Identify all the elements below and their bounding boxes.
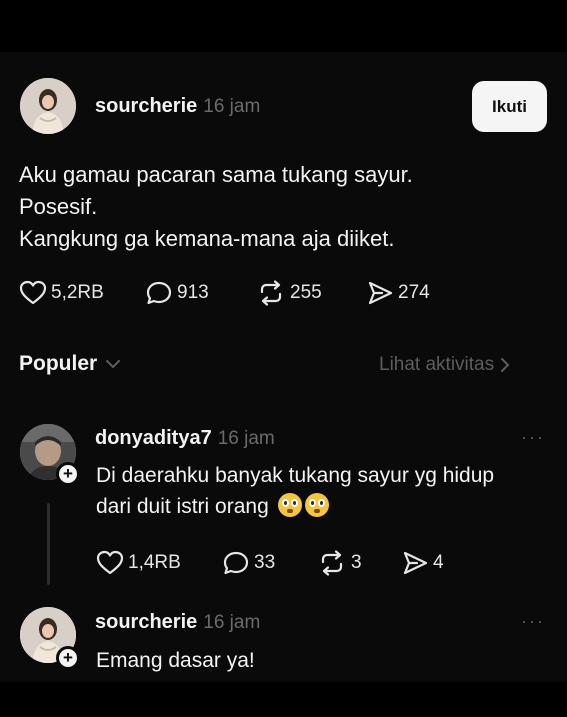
plus-icon: + [63,464,73,483]
like-count: 5,2RB [51,282,104,303]
plus-icon: + [63,648,73,667]
post-author[interactable]: sourcherie 16 jam [95,95,260,118]
avatar[interactable] [20,78,76,134]
post-body: Aku gamau pacaran sama tukang sayur. Pos… [19,159,413,255]
repost-icon [260,280,282,306]
like-count: 1,4RB [128,552,181,573]
reply-line: Emang dasar ya! [96,649,255,672]
post-line: Aku gamau pacaran sama tukang sayur. [19,162,413,187]
like-button[interactable]: 1,4RB [96,550,181,576]
post-line: Kangkung ga kemana-mana aja diiket. [19,226,395,251]
sort-label: Populer [19,352,98,375]
repost-button[interactable]: 255 [256,280,322,306]
reply-username[interactable]: sourcherie [95,611,197,633]
reply-count: 913 [177,282,209,303]
reply-body: Di daerahku banyak tukang sayur yg hidup… [96,460,494,522]
follow-button[interactable]: Ikuti [472,81,547,132]
post-username[interactable]: sourcherie [95,95,197,117]
thread-connector-line [47,503,50,585]
reply-time: 16 jam [217,428,275,449]
share-icon [403,551,428,575]
reply-time: 16 jam [203,612,261,633]
reply-button[interactable]: 913 [145,280,209,306]
reply-body: Emang dasar ya! [96,645,255,676]
screenshot-bottom-border [0,682,567,717]
reply-author[interactable]: donyaditya7 16 jam [95,427,275,450]
screenshot-top-border [0,0,567,52]
reply-username[interactable]: donyaditya7 [95,427,212,449]
repost-button[interactable]: 3 [317,550,362,576]
share-count: 274 [398,282,430,303]
share-button[interactable]: 4 [401,550,444,576]
share-count: 4 [433,552,444,573]
sort-dropdown[interactable]: Populer [19,352,123,376]
comment-icon [223,551,249,575]
reply-button[interactable]: 33 [222,550,275,576]
follow-plus-badge[interactable]: + [56,462,80,486]
repost-icon [321,550,343,576]
reply-line: dari duit istri orang [96,495,269,518]
heart-icon [19,280,47,305]
more-icon[interactable]: ··· [521,611,545,632]
more-icon[interactable]: ··· [521,427,545,448]
view-activity-label: Lihat aktivitas [379,354,495,375]
share-icon [368,281,393,305]
flushed-face-emoji [277,493,302,517]
post-time: 16 jam [203,96,261,117]
comment-icon [146,281,172,305]
chevron-right-icon [501,358,510,372]
repost-count: 255 [290,282,322,303]
reply-line: Di daerahku banyak tukang sayur yg hidup [96,464,495,487]
reply-line-with-emoji: dari duit istri orang [96,491,494,522]
reply-author[interactable]: sourcherie 16 jam [95,611,260,634]
view-activity-link[interactable]: Lihat aktivitas [379,354,512,376]
post-line: Posesif. [19,194,98,219]
share-button[interactable]: 274 [366,280,430,306]
like-button[interactable]: 5,2RB [19,280,104,306]
follow-plus-badge[interactable]: + [56,646,80,670]
repost-count: 3 [351,552,362,573]
flushed-face-emoji [304,493,329,517]
heart-icon [96,550,124,575]
reply-count: 33 [254,552,276,573]
chevron-down-icon [106,360,121,369]
